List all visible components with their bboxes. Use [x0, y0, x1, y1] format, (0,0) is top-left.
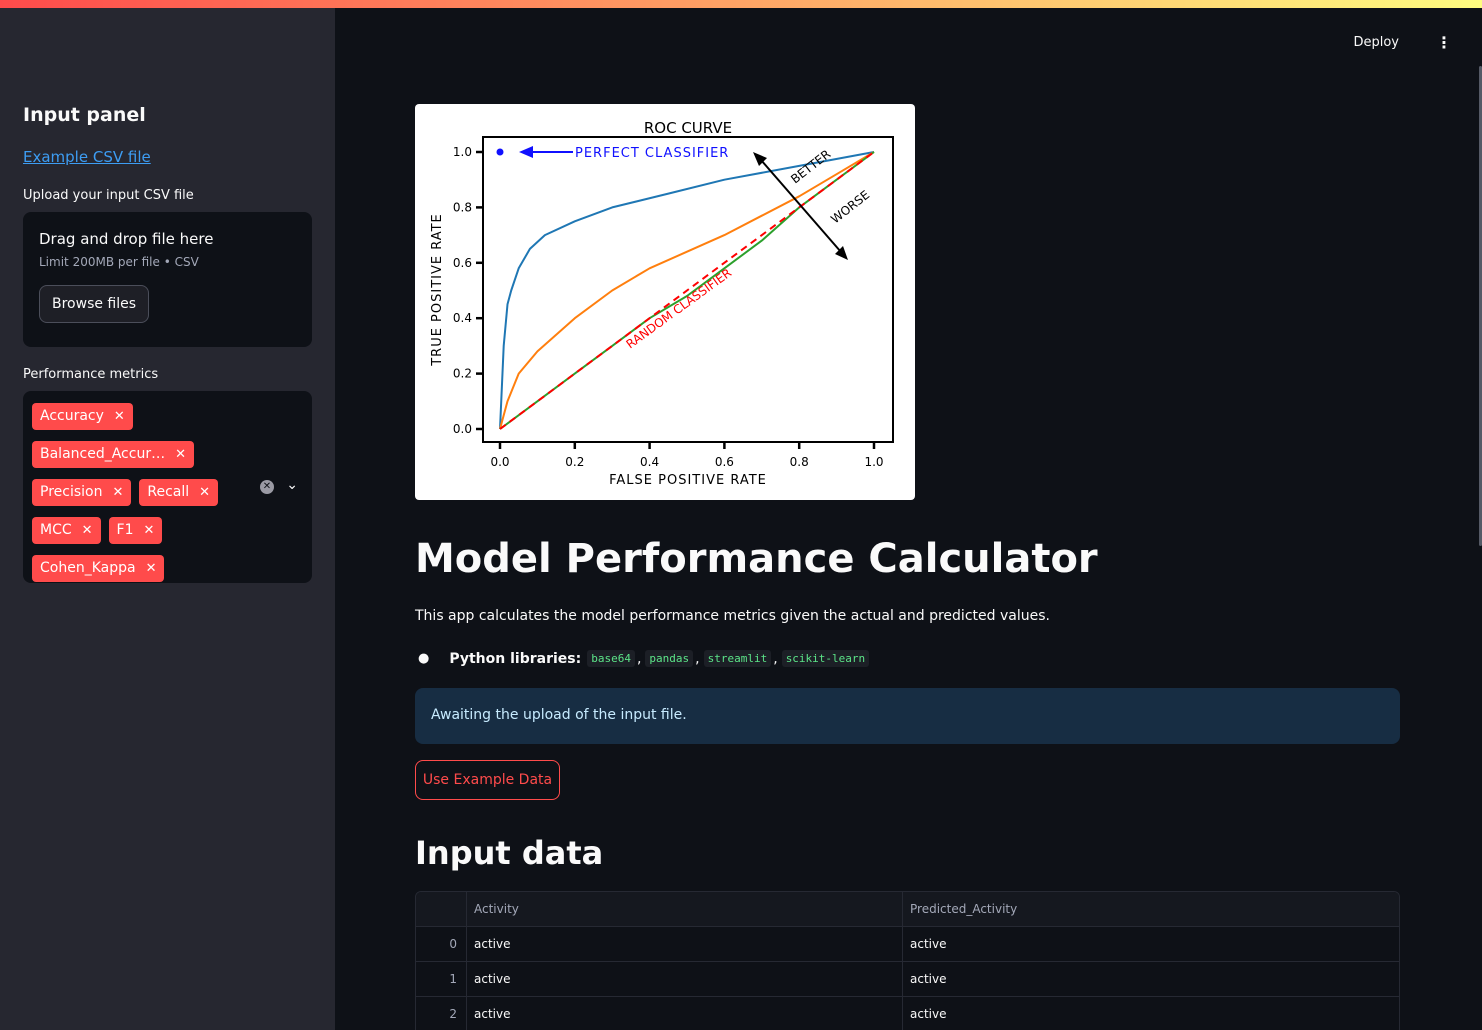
libraries-list: ● Python libraries: base64, pandas, stre…	[415, 650, 870, 667]
lib-base64: base64	[587, 650, 635, 667]
roc-chart-image: 0.0 0.2 0.4 0.6 0.8 1.0 0.0 0.2 0.4 0.6 0.8 1.0 ROC …	[415, 104, 915, 500]
table-row: 1 active active	[416, 962, 1399, 997]
main-area: Deploy ⋮ 0.0 0.2 0.4 0.6 0.8 1.0 0.0 0.2 0.4 0.6 0…	[335, 8, 1482, 1030]
roc-chart: 0.0 0.2 0.4 0.6 0.8 1.0 0.0 0.2 0.4 0.6 0.8 1.0 ROC …	[430, 119, 894, 488]
y-tick-label: 0.6	[453, 256, 472, 270]
bullet-icon: ●	[418, 651, 430, 666]
annotation-perfect-classifier: PERFECT CLASSIFIER	[575, 146, 729, 161]
remove-chip-icon[interactable]: ✕	[82, 523, 93, 538]
metric-chip-balanced-accuracy[interactable]: Balanced_Accur… ✕	[32, 440, 194, 468]
y-tick-label: 0.8	[453, 200, 472, 214]
x-tick-label: 0.6	[715, 455, 734, 469]
perfect-classifier-point	[496, 148, 504, 156]
info-alert: Awaiting the upload of the input file.	[415, 688, 1400, 744]
metric-chip-mcc[interactable]: MCC ✕	[32, 516, 101, 544]
upload-label: Upload your input CSV file	[23, 188, 194, 203]
metrics-label: Performance metrics	[23, 367, 159, 382]
table-header: Activity Predicted_Activity	[416, 892, 1399, 927]
y-tick-label: 0.2	[453, 367, 472, 381]
y-tick-label: 0.0	[453, 422, 472, 436]
example-csv-link[interactable]: Example CSV file	[23, 148, 151, 166]
metric-chip-recall[interactable]: Recall ✕	[139, 478, 219, 506]
annotation-random-classifier: RANDOM CLASSIFIER	[624, 266, 735, 352]
deploy-button[interactable]: Deploy	[1353, 35, 1399, 50]
remove-chip-icon[interactable]: ✕	[112, 485, 123, 500]
x-tick-label: 1.0	[864, 455, 883, 469]
browse-files-button[interactable]: Browse files	[39, 285, 150, 323]
sidebar-title: Input panel	[23, 104, 146, 126]
row-index: 1	[416, 962, 467, 996]
remove-chip-icon[interactable]: ✕	[144, 523, 155, 538]
dropzone-limit: Limit 200MB per file • CSV	[39, 255, 199, 269]
table-row: 0 active active	[416, 927, 1399, 962]
x-tick-label: 0.4	[640, 455, 659, 469]
lib-scikit-learn: scikit-learn	[781, 650, 870, 667]
row-index: 2	[416, 997, 467, 1030]
y-tick-label: 1.0	[453, 145, 472, 159]
input-data-heading: Input data	[415, 834, 604, 872]
use-example-data-button[interactable]: Use Example Data	[415, 760, 560, 800]
sidebar: Input panel Example CSV file Upload your…	[0, 8, 335, 1030]
vertical-ellipsis-icon[interactable]: ⋮	[1436, 33, 1452, 52]
x-axis-label: FALSE POSITIVE RATE	[609, 473, 767, 488]
input-data-table[interactable]: Activity Predicted_Activity 0 active act…	[415, 891, 1400, 1030]
libraries-label: Python libraries:	[449, 650, 582, 667]
table-cell[interactable]: active	[903, 927, 1399, 961]
perfect-classifier-arrowhead	[519, 146, 533, 158]
table-cell[interactable]: active	[467, 997, 903, 1030]
metric-chip-cohen-kappa[interactable]: Cohen_Kappa ✕	[32, 554, 165, 582]
row-index: 0	[416, 927, 467, 961]
column-header-predicted-activity[interactable]: Predicted_Activity	[903, 892, 1399, 926]
page-title: Model Performance Calculator	[415, 536, 1098, 582]
metric-chip-f1[interactable]: F1 ✕	[108, 516, 163, 544]
lib-streamlit: streamlit	[703, 650, 772, 667]
metric-chip-accuracy[interactable]: Accuracy ✕	[32, 402, 133, 430]
remove-chip-icon[interactable]: ✕	[114, 409, 125, 424]
table-cell[interactable]: active	[903, 962, 1399, 996]
column-header-activity[interactable]: Activity	[467, 892, 903, 926]
remove-chip-icon[interactable]: ✕	[175, 447, 186, 462]
chevron-down-icon[interactable]: ⌄	[286, 477, 298, 493]
metrics-multiselect[interactable]: Accuracy ✕ Balanced_Accur… ✕ Precision ✕ Re…	[23, 391, 312, 583]
table-cell[interactable]: active	[467, 927, 903, 961]
y-axis-label: TRUE POSITIVE RATE	[430, 213, 445, 367]
top-decoration-bar	[0, 0, 1482, 8]
index-header	[416, 892, 467, 926]
dropzone-title: Drag and drop file here	[39, 230, 214, 248]
x-tick-label: 0.2	[565, 455, 584, 469]
lib-pandas: pandas	[645, 650, 694, 667]
x-tick-label: 0.8	[790, 455, 809, 469]
table-cell[interactable]: active	[903, 997, 1399, 1030]
chart-title: ROC CURVE	[644, 119, 732, 137]
x-tick-label: 0.0	[490, 455, 509, 469]
clear-circle-icon[interactable]: ✕	[260, 480, 274, 494]
annotation-worse: WORSE	[828, 188, 872, 227]
remove-chip-icon[interactable]: ✕	[199, 485, 210, 500]
metric-chip-precision[interactable]: Precision ✕	[32, 478, 132, 506]
file-uploader-dropzone[interactable]: Drag and drop file here Limit 200MB per …	[23, 212, 312, 347]
app-description: This app calculates the model performanc…	[415, 608, 1050, 624]
table-cell[interactable]: active	[467, 962, 903, 996]
remove-chip-icon[interactable]: ✕	[146, 561, 157, 576]
table-row: 2 active active	[416, 997, 1399, 1030]
y-tick-label: 0.4	[453, 311, 472, 325]
